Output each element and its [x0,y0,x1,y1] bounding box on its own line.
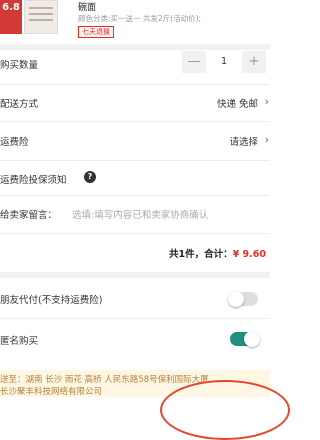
submit-button-edge[interactable] [160,380,290,440]
shipping-insurance-label: 运费险 [0,137,29,148]
seller-message-input[interactable]: 选填:填写内容已和卖家协商确认 [72,207,208,221]
toggle-knob [244,331,260,347]
question-icon[interactable]: ? [84,171,96,183]
thumbnail-decoration [29,13,53,15]
delivery-value: 快递 免邮 [216,99,258,110]
seller-message-label: 给卖家留言： [0,210,58,221]
thumbnail-decoration [29,7,53,9]
quantity-label: 购买数量 [0,60,39,71]
toggle-knob [228,291,244,307]
friend-pay-toggle[interactable] [228,291,258,307]
product-thumbnail[interactable] [24,0,58,34]
shipping-insurance-row[interactable]: 运费险 请选择 › [0,122,270,160]
anonymous-toggle[interactable] [230,331,260,347]
total-amount: ¥ 9.60 [232,249,266,260]
address-recipient: 长沙聚丰科技网络有限公司 [0,387,103,397]
chevron-right-icon: › [264,133,269,146]
product-spec: 颜色分类:买一送一 共发2斤(活动价); [78,14,202,23]
thumbnail-decoration [29,19,53,21]
quantity-value[interactable]: 1 [212,51,236,73]
total-label: 共1件，合计： [169,249,233,260]
product-title: 碗面 [78,3,97,13]
product-card: 6.8 碗面 颜色分类:买一送一 共发2斤(活动价); 七天退换 [0,0,270,48]
friend-pay-label: 朋友代付(不支持运费险) [0,295,103,306]
address-text: 送至：湖南 长沙 雨花 高桥 人民东路58号保利国际大厦 [0,375,209,385]
delivery-row[interactable]: 配送方式 快递 免邮 › [0,85,270,120]
anonymous-label: 匿名购买 [0,336,39,347]
price-badge: 6.8 [2,2,20,13]
insurance-notice-row[interactable]: 运费险投保须知 [0,161,270,193]
delivery-label: 配送方式 [0,99,39,110]
return-policy-tag: 七天退换 [78,26,114,38]
seller-message-row: 给卖家留言： 选填:填写内容已和卖家协商确认 [0,196,270,232]
product-thumbnail-red[interactable]: 6.8 [0,0,22,34]
shipping-insurance-value: 请选择 [229,137,258,148]
quantity-stepper[interactable]: — 1 + [182,51,266,73]
increase-button[interactable]: + [242,51,266,73]
insurance-notice-label: 运费险投保须知 [0,175,67,186]
order-total: 共1件，合计：¥ 9.60 [169,246,266,260]
chevron-right-icon: › [264,95,269,108]
decrease-button[interactable]: — [182,51,206,73]
divider [0,233,270,234]
